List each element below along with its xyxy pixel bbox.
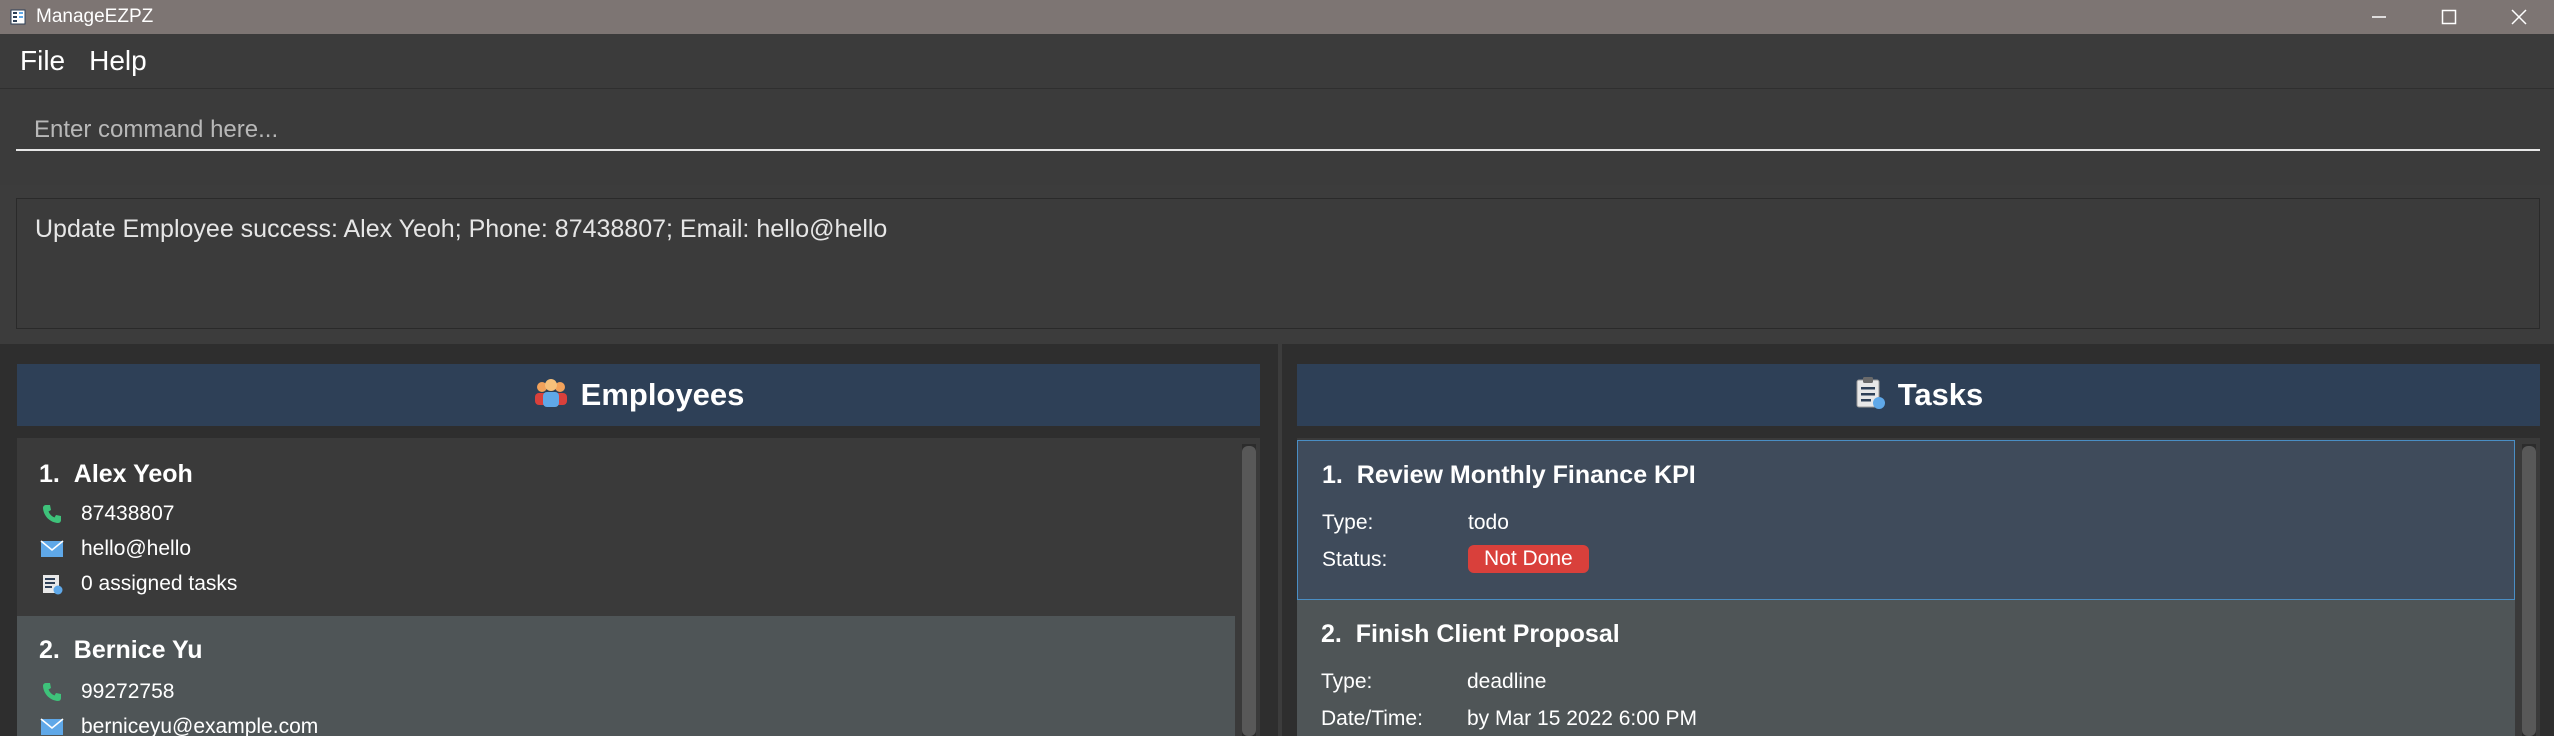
window-title: ManageEZPZ (36, 6, 154, 27)
phone-icon (39, 681, 65, 703)
title-bar: ManageEZPZ (0, 0, 2554, 34)
task-card-selected[interactable]: 1. Review Monthly Finance KPI Type: todo… (1297, 440, 2515, 600)
task-type-label: Type: (1322, 511, 1374, 534)
task-datetime-label: Date/Time: (1321, 707, 1423, 730)
task-list[interactable]: 1. Review Monthly Finance KPI Type: todo… (1297, 438, 2540, 736)
employee-list[interactable]: 1. Alex Yeoh 87438807 hello@hello 0 assi… (17, 438, 1260, 736)
tasks-header: Tasks (1297, 364, 2540, 426)
task-name: 1. Review Monthly Finance KPI (1322, 461, 1696, 490)
employee-email-row: berniceyu@example.com (39, 715, 318, 736)
task-type: deadline (1467, 670, 1547, 693)
minimize-icon (2372, 16, 2386, 18)
employee-email-row: hello@hello (39, 537, 191, 561)
employee-scrollbar-thumb[interactable] (1242, 446, 1256, 736)
app-icon (10, 9, 26, 25)
menu-file[interactable]: File (20, 45, 65, 77)
employee-phone: 99272758 (81, 680, 175, 703)
employee-phone: 87438807 (81, 502, 175, 525)
clipboard-icon (1854, 376, 1886, 415)
task-type: todo (1468, 511, 1509, 534)
task-card[interactable]: 2. Finish Client Proposal Type: deadline… (1297, 600, 2515, 736)
result-display: Update Employee success: Alex Yeoh; Phon… (16, 198, 2540, 329)
employees-title: Employees (580, 377, 745, 412)
people-icon (533, 377, 569, 414)
task-name: 2. Finish Client Proposal (1321, 620, 1620, 649)
employees-header: Employees (17, 364, 1260, 426)
close-button[interactable] (2484, 0, 2554, 34)
status-badge: Not Done (1468, 545, 1589, 573)
task-status-label: Status: (1322, 548, 1388, 571)
employee-card[interactable]: 1. Alex Yeoh 87438807 hello@hello 0 assi… (17, 438, 1235, 616)
menu-help[interactable]: Help (89, 45, 147, 77)
maximize-icon (2441, 9, 2457, 25)
task-type-label: Type: (1321, 670, 1373, 693)
command-input[interactable] (16, 111, 2540, 151)
task-name-text: Finish Client Proposal (1355, 620, 1620, 648)
employee-index: 1. (39, 460, 60, 488)
employee-tasks-row: 0 assigned tasks (39, 572, 237, 596)
task-scrollbar-thumb[interactable] (2522, 446, 2536, 736)
mail-icon (39, 716, 65, 736)
mail-icon (39, 538, 65, 560)
employee-index: 2. (39, 636, 60, 664)
employee-email: berniceyu@example.com (81, 715, 319, 736)
command-box (0, 89, 2554, 185)
task-index: 2. (1321, 620, 1342, 648)
minimize-button[interactable] (2344, 0, 2414, 34)
task-name-text: Review Monthly Finance KPI (1356, 461, 1696, 489)
close-icon (2511, 9, 2527, 25)
task-index: 1. (1322, 461, 1343, 489)
maximize-button[interactable] (2414, 0, 2484, 34)
tasks-title: Tasks (1897, 377, 1984, 412)
employee-name-text: Bernice Yu (73, 636, 203, 664)
menu-bar: File Help (0, 34, 2554, 89)
employee-task-count: 0 assigned tasks (81, 572, 238, 595)
employee-email: hello@hello (81, 537, 192, 560)
task-datetime: by Mar 15 2022 6:00 PM (1467, 707, 1697, 730)
result-text: Update Employee success: Alex Yeoh; Phon… (35, 215, 888, 243)
employee-card[interactable]: 2. Bernice Yu 99272758 berniceyu@example… (17, 616, 1235, 736)
window-controls (2344, 0, 2554, 34)
task-list-icon (39, 573, 65, 595)
employee-phone-row: 87438807 (39, 502, 174, 526)
phone-icon (39, 503, 65, 525)
employee-phone-row: 99272758 (39, 680, 174, 704)
employee-name-text: Alex Yeoh (73, 460, 193, 488)
employee-name: 1. Alex Yeoh (39, 460, 193, 489)
employee-name: 2. Bernice Yu (39, 636, 203, 665)
